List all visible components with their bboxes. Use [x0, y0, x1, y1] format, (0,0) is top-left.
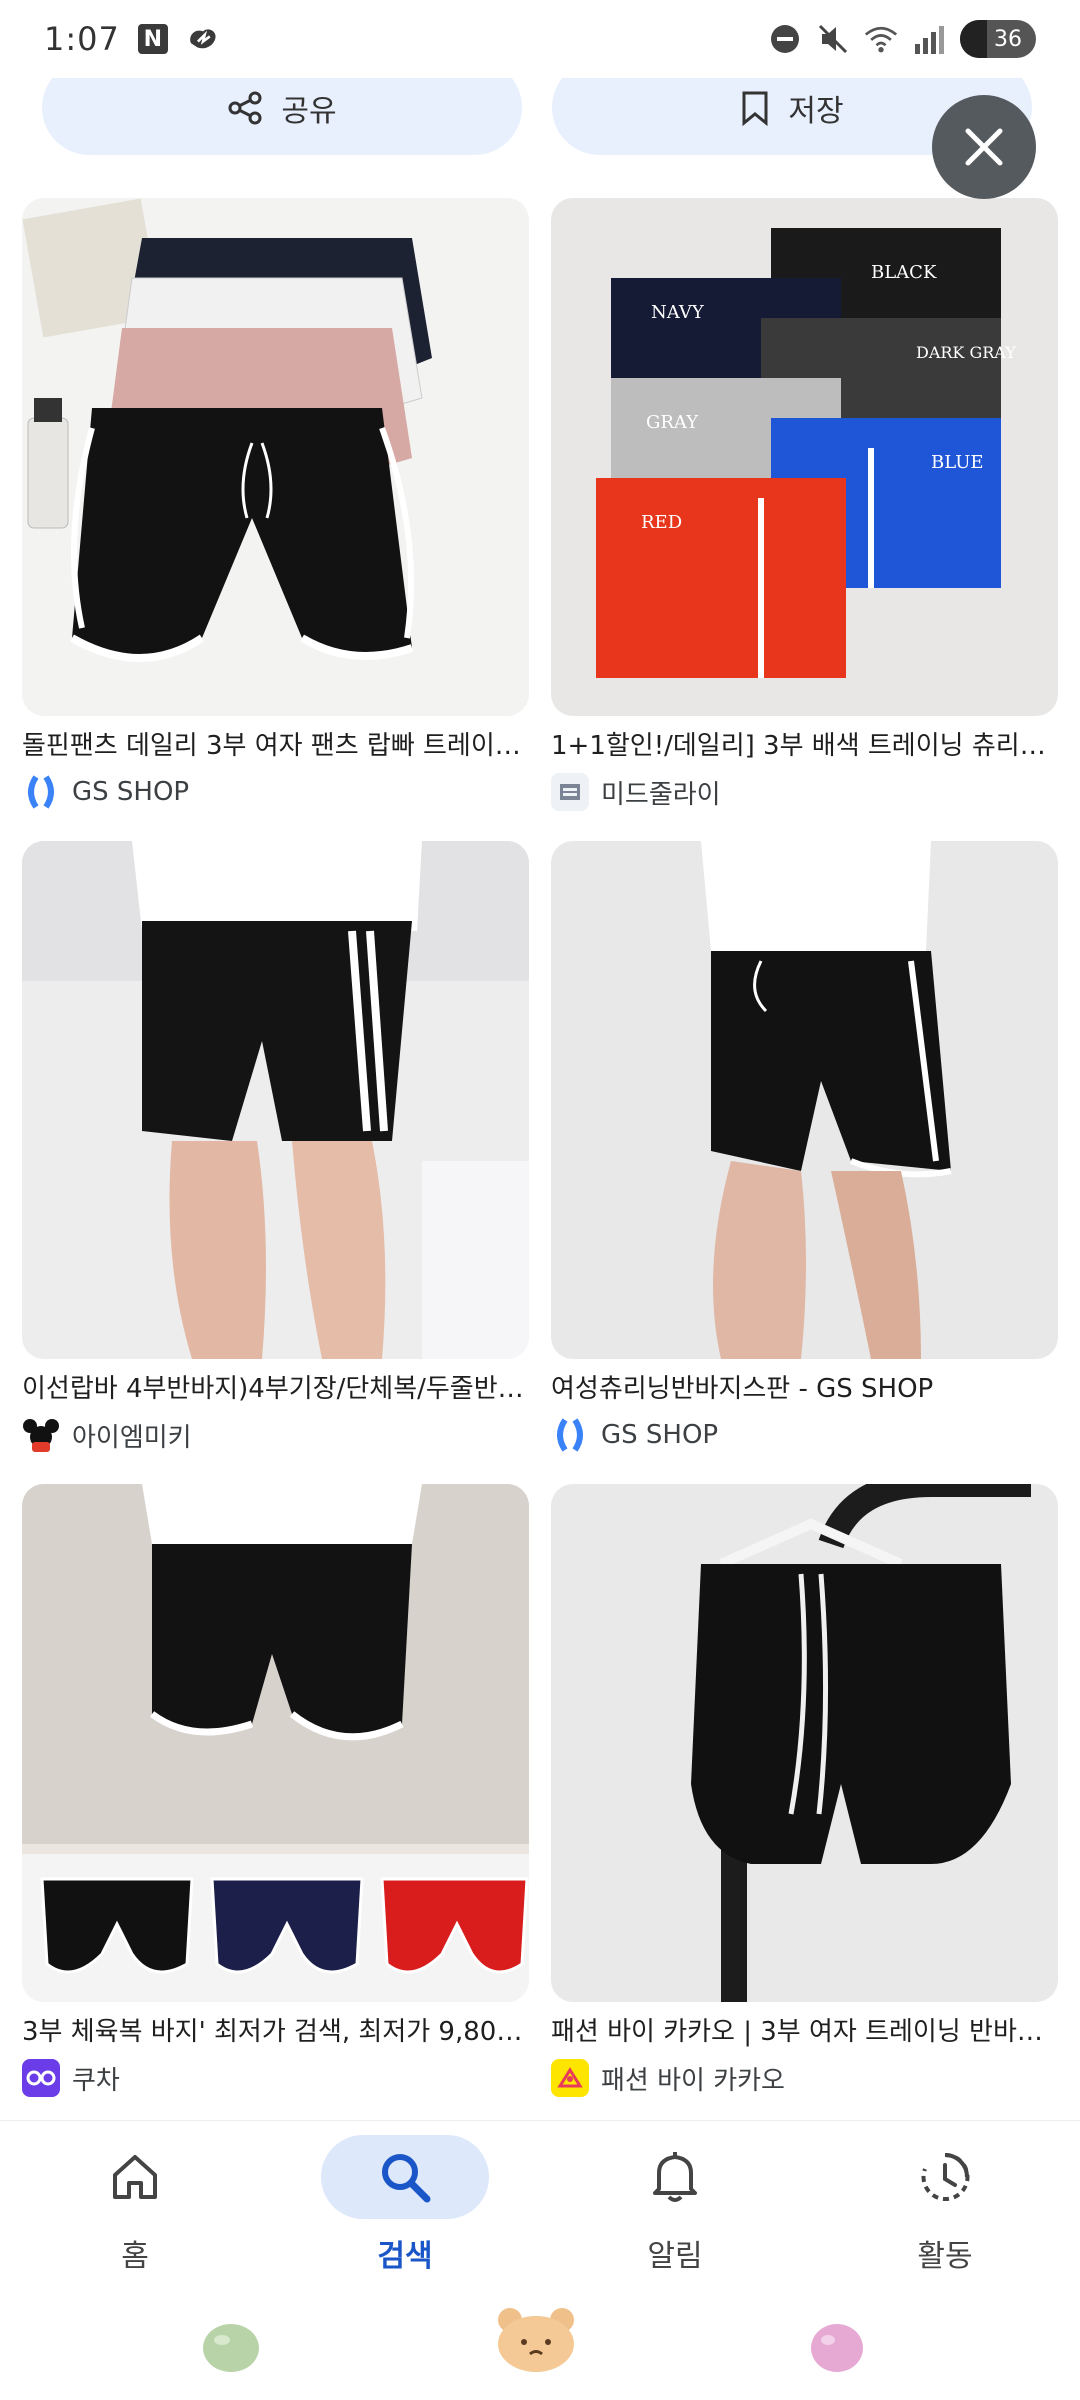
result-image[interactable] [551, 1484, 1058, 2002]
nav-notifications[interactable]: 알림 [540, 2121, 810, 2300]
activity-icon [921, 2152, 970, 2201]
decorative-stickers [0, 2300, 1080, 2400]
naver-notification-icon: N [137, 24, 168, 54]
result-title[interactable]: 여성츄리닝반바지스판 - GS SHOP [551, 1371, 1058, 1407]
nav-notifications-label: 알림 [647, 2239, 703, 2274]
result-image[interactable] [22, 198, 529, 716]
nav-home[interactable]: 홈 [0, 2121, 270, 2300]
result-card[interactable]: 돌핀팬츠 데일리 3부 여자 팬츠 랍빠 트레이… GS SHOP [22, 198, 529, 841]
result-title[interactable]: 이선랍바 4부반바지)4부기장/단체복/두줄반… [22, 1371, 529, 1407]
navy-label: NAVY [651, 302, 705, 323]
result-source-name: 아이엠미키 [72, 1422, 192, 1453]
share-icon [228, 91, 262, 124]
save-label: 저장 [788, 93, 844, 129]
bell-icon [653, 2152, 697, 2202]
status-bar: 1:07 N 36 [0, 0, 1080, 78]
search-icon [382, 2154, 431, 2203]
result-source-name: 패션 바이 카카오 [601, 2065, 785, 2096]
result-image[interactable]: RED GRAY NAVY BLACK DARK GRAY BLUE [551, 198, 1058, 716]
pink-bean-icon [811, 2324, 863, 2372]
home-icon [113, 2155, 157, 2199]
share-label: 공유 [281, 93, 337, 129]
result-source-name: 미드줄라이 [601, 779, 721, 810]
app-notification-icon [186, 22, 220, 56]
gs-shop-logo-icon [22, 773, 60, 811]
result-source[interactable]: GS SHOP [22, 772, 529, 812]
bottom-navigation: 홈 검색 알림 활동 [0, 2120, 1080, 2300]
close-button[interactable] [932, 95, 1036, 199]
result-card[interactable]: 3부 체육복 바지' 최저가 검색, 최저가 9,800… 쿠차 [22, 1484, 529, 2127]
result-title[interactable]: 패션 바이 카카오 | 3부 여자 트레이닝 반바지… [551, 2014, 1058, 2050]
result-card[interactable]: RED GRAY NAVY BLACK DARK GRAY BLUE 1+1할인… [551, 198, 1058, 841]
green-bean-icon [203, 2324, 259, 2372]
result-source-name: GS SHOP [601, 1420, 719, 1450]
nav-search-label: 검색 [377, 2239, 433, 2274]
store-logo-icon [551, 773, 589, 811]
result-title[interactable]: 3부 체육복 바지' 최저가 검색, 최저가 9,800… [22, 2014, 529, 2050]
result-source[interactable]: 미드줄라이 [551, 772, 1058, 812]
result-image[interactable] [22, 1484, 529, 2002]
result-image[interactable] [22, 841, 529, 1359]
signal-icon [912, 22, 946, 56]
status-time: 1:07 [44, 20, 120, 58]
nav-home-label: 홈 [121, 2239, 149, 2274]
red-label: RED [641, 512, 682, 533]
result-source-name: 쿠차 [72, 2065, 120, 2096]
coocha-logo-icon [22, 2059, 60, 2097]
result-source-name: GS SHOP [72, 777, 190, 807]
battery-indicator: 36 [960, 20, 1036, 58]
result-image[interactable] [551, 841, 1058, 1359]
result-card[interactable]: 이선랍바 4부반바지)4부기장/단체복/두줄반… 아이엠미키 [22, 841, 529, 1484]
result-source[interactable]: GS SHOP [551, 1415, 1058, 1455]
kakao-fashion-logo-icon [551, 2059, 589, 2097]
dark-gray-label: DARK GRAY [916, 343, 1016, 362]
result-title[interactable]: 1+1할인!/데일리] 3부 배색 트레이닝 츄리닝 … [551, 728, 1058, 764]
mickey-logo-icon [22, 1416, 60, 1454]
result-source[interactable]: 쿠차 [22, 2058, 529, 2098]
wifi-icon [864, 22, 898, 56]
battery-percent: 36 [994, 26, 1022, 52]
dnd-icon [768, 22, 802, 56]
gs-shop-logo-icon [551, 1416, 589, 1454]
blue-label: BLUE [931, 452, 984, 473]
nav-search[interactable]: 검색 [270, 2121, 540, 2300]
bear-face-icon [498, 2308, 574, 2372]
result-card[interactable]: 패션 바이 카카오 | 3부 여자 트레이닝 반바지… 패션 바이 카카오 [551, 1484, 1058, 2127]
result-card[interactable]: 여성츄리닝반바지스판 - GS SHOP GS SHOP [551, 841, 1058, 1484]
nav-activity-label: 활동 [917, 2239, 973, 2274]
close-icon [965, 128, 1003, 166]
result-source[interactable]: 패션 바이 카카오 [551, 2058, 1058, 2098]
image-results-grid: 돌핀팬츠 데일리 3부 여자 팬츠 랍빠 트레이… GS SHOP RED GR… [22, 198, 1058, 2127]
result-title[interactable]: 돌핀팬츠 데일리 3부 여자 팬츠 랍빠 트레이… [22, 728, 529, 764]
black-label: BLACK [871, 262, 937, 283]
bookmark-icon [742, 91, 768, 126]
gray-label: GRAY [646, 412, 699, 433]
result-source[interactable]: 아이엠미키 [22, 1415, 529, 1455]
nav-activity[interactable]: 활동 [810, 2121, 1080, 2300]
mute-icon [816, 22, 850, 56]
